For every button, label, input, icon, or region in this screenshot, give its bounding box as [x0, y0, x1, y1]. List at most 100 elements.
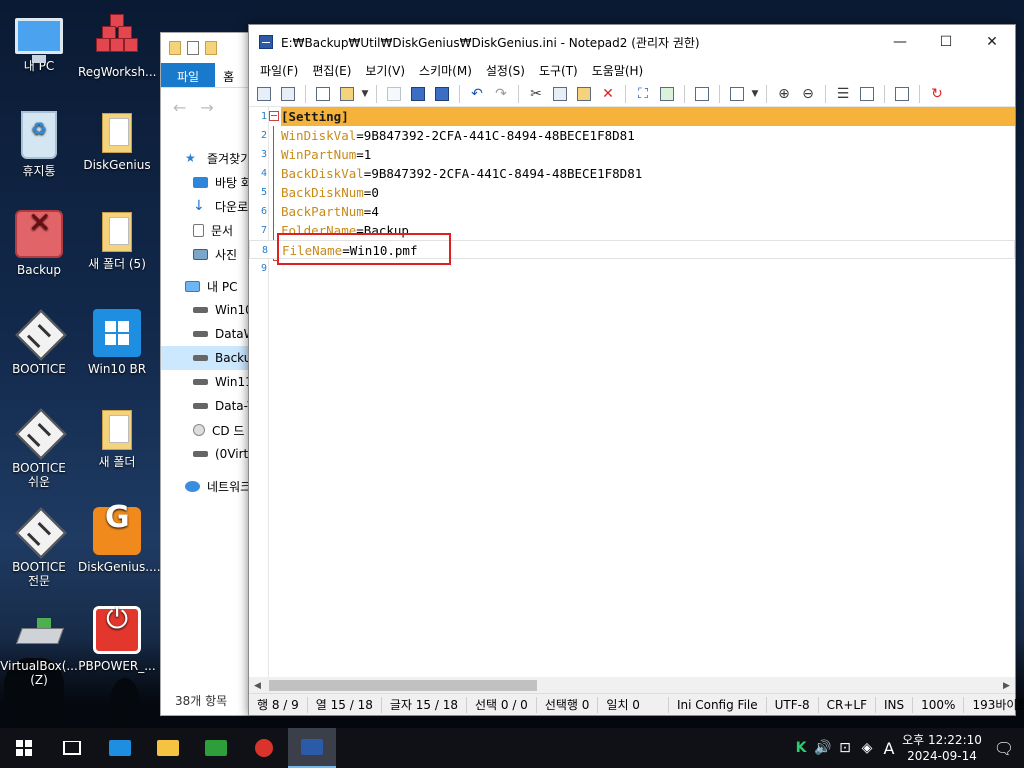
- menu-scheme[interactable]: 스키마(M): [412, 62, 479, 79]
- desktop-icon-regworkshop[interactable]: RegWorksh...: [78, 6, 157, 102]
- file-explorer-window[interactable]: 파일 홈 ← → ★ 즐겨찾기 바탕 화면 ↓ 다운로드 문서 사진 내 PC Wi…: [160, 32, 252, 716]
- tree-item-downloads[interactable]: ↓ 다운로드: [161, 194, 251, 218]
- minimize-button[interactable]: —: [877, 25, 923, 59]
- zoom-out-icon[interactable]: ⊖: [797, 83, 819, 105]
- back-arrow-icon[interactable]: ←: [173, 98, 186, 117]
- zoom-in-icon[interactable]: ⊕: [773, 83, 795, 105]
- save-disabled-icon[interactable]: [383, 83, 405, 105]
- tree-item-this-pc[interactable]: 내 PC: [161, 274, 251, 298]
- scroll-right-icon[interactable]: ▶: [998, 681, 1015, 691]
- menu-view[interactable]: 보기(V): [358, 62, 412, 79]
- desktop-icon-new-folder-5[interactable]: 새 폴더 (5): [78, 204, 156, 300]
- tree-item-win11[interactable]: Win11: [161, 370, 251, 394]
- favorites-icon[interactable]: [253, 83, 275, 105]
- tree-item-network[interactable]: 네트워크: [161, 474, 251, 498]
- menu-tools[interactable]: 도구(T): [532, 62, 585, 79]
- notification-icon[interactable]: 🗨: [984, 739, 1024, 758]
- cut-icon[interactable]: ✂: [525, 83, 547, 105]
- desktop-icon-virtualbox-drive[interactable]: VirtualBox(... (Z): [0, 600, 78, 696]
- redo-icon[interactable]: ↷: [490, 83, 512, 105]
- properties-icon[interactable]: [187, 41, 199, 55]
- folder-icon[interactable]: [169, 41, 181, 55]
- tree-item-data-v[interactable]: Data-V: [161, 394, 251, 418]
- virtualbox-tray-icon[interactable]: ◈: [856, 740, 878, 756]
- desktop-icon-recycle-bin[interactable]: 휴지통: [0, 105, 78, 201]
- new-file-icon[interactable]: [312, 83, 334, 105]
- scheme-icon[interactable]: [726, 83, 748, 105]
- desktop-icon-label: 휴지통: [22, 164, 56, 178]
- start-button[interactable]: [0, 728, 48, 768]
- tree-item-win10[interactable]: Win10: [161, 298, 251, 322]
- taskbar-app-explorer[interactable]: [144, 728, 192, 768]
- scroll-left-icon[interactable]: ◀: [249, 681, 266, 691]
- save-as-icon[interactable]: [407, 83, 429, 105]
- desktop-icon-backup[interactable]: Backup: [0, 204, 78, 300]
- browse-icon[interactable]: [277, 83, 299, 105]
- delete-icon[interactable]: ✕: [597, 83, 619, 105]
- text-editor[interactable]: 1 [Setting] 2 WinDiskVal=9B847392-2CFA-4…: [249, 107, 1015, 679]
- task-view-button[interactable]: [48, 728, 96, 768]
- ime-indicator[interactable]: A: [878, 739, 900, 758]
- status-insert-mode[interactable]: INS: [876, 696, 914, 713]
- word-wrap-icon[interactable]: [691, 83, 713, 105]
- taskbar-app-desktop[interactable]: [96, 728, 144, 768]
- desktop-icon-diskgenius-folder[interactable]: DiskGenius: [78, 105, 156, 201]
- menu-help[interactable]: 도움말(H): [585, 62, 651, 79]
- chevron-down-icon[interactable]: ▼: [750, 83, 760, 105]
- ribbon-tab-home[interactable]: 홈: [215, 63, 242, 87]
- copy-icon[interactable]: [549, 83, 571, 105]
- desktop-icon-bootice-pro[interactable]: BOOTICE 전문: [0, 501, 78, 597]
- tree-item-pictures[interactable]: 사진: [161, 242, 251, 266]
- taskbar-app-notepad2[interactable]: [288, 728, 336, 768]
- volume-icon[interactable]: 🔊: [812, 740, 834, 756]
- desktop-icon-pbpower[interactable]: PBPOWER_...: [78, 600, 156, 696]
- notepad2-window[interactable]: E:₩Backup₩Util₩DiskGenius₩DiskGenius.ini…: [248, 24, 1024, 716]
- taskbar-app-green[interactable]: [192, 728, 240, 768]
- undo-icon[interactable]: ↶: [466, 83, 488, 105]
- forward-arrow-icon[interactable]: →: [200, 98, 213, 117]
- menu-settings[interactable]: 설정(S): [479, 62, 532, 79]
- maximize-button[interactable]: ☐: [923, 25, 969, 59]
- status-encoding[interactable]: UTF-8: [767, 696, 819, 713]
- close-button[interactable]: ✕: [969, 25, 1015, 59]
- desktop-icon-this-pc[interactable]: 내 PC: [0, 6, 78, 102]
- edit-list-icon[interactable]: [856, 83, 878, 105]
- tree-item-cd-drive[interactable]: CD 드: [161, 418, 251, 442]
- horizontal-scrollbar[interactable]: ◀ ▶: [249, 677, 1015, 694]
- status-zoom[interactable]: 100%: [913, 696, 965, 713]
- taskbar-app-power[interactable]: [240, 728, 288, 768]
- menu-file[interactable]: 파일(F): [253, 62, 305, 79]
- status-line-endings[interactable]: CR+LF: [819, 696, 876, 713]
- status-scheme[interactable]: Ini Config File: [669, 696, 767, 713]
- notepad2-app-icon[interactable]: [259, 35, 273, 49]
- replace-icon[interactable]: [656, 83, 678, 105]
- open-file-icon[interactable]: [336, 83, 358, 105]
- scrollbar-thumb[interactable]: [269, 680, 537, 691]
- find-icon[interactable]: ⛶: [632, 83, 654, 105]
- new-folder-icon[interactable]: [205, 41, 217, 55]
- desktop-icon-win10-br[interactable]: Win10 BR: [78, 303, 156, 399]
- desktop-icon-bootice-easy[interactable]: BOOTICE 쉬운: [0, 402, 78, 498]
- list-icon[interactable]: ☰: [832, 83, 854, 105]
- paste-icon[interactable]: [573, 83, 595, 105]
- k-app-tray-icon[interactable]: K: [790, 740, 812, 756]
- tree-item-favorites[interactable]: ★ 즐겨찾기: [161, 146, 251, 170]
- tree-item-backup[interactable]: Backup: [161, 346, 251, 370]
- tree-item-desktop[interactable]: 바탕 화면: [161, 170, 251, 194]
- exit-icon[interactable]: ↻: [926, 83, 948, 105]
- desktop-icon-bootice[interactable]: BOOTICE: [0, 303, 78, 399]
- tree-item-dataw[interactable]: DataW: [161, 322, 251, 346]
- save-copy-icon[interactable]: [431, 83, 453, 105]
- tree-item-virtualbox[interactable]: (0Virtu: [161, 442, 251, 466]
- clock[interactable]: 오후 12:22:10 2024-09-14: [900, 732, 984, 764]
- menu-edit[interactable]: 편집(E): [305, 62, 358, 79]
- ribbon-tab-file[interactable]: 파일: [161, 63, 216, 87]
- console-icon[interactable]: [891, 83, 913, 105]
- navigation-tree: ★ 즐겨찾기 바탕 화면 ↓ 다운로드 문서 사진 내 PC Win10 DataW…: [161, 146, 251, 498]
- title-bar[interactable]: E:₩Backup₩Util₩DiskGenius₩DiskGenius.ini…: [249, 25, 1015, 59]
- network-tray-icon[interactable]: ⊡: [834, 740, 856, 756]
- chevron-down-icon[interactable]: ▼: [360, 83, 370, 105]
- desktop-icon-diskgenius[interactable]: DiskGenius....: [78, 501, 161, 597]
- tree-item-documents[interactable]: 문서: [161, 218, 251, 242]
- desktop-icon-new-folder[interactable]: 새 폴더: [78, 402, 156, 498]
